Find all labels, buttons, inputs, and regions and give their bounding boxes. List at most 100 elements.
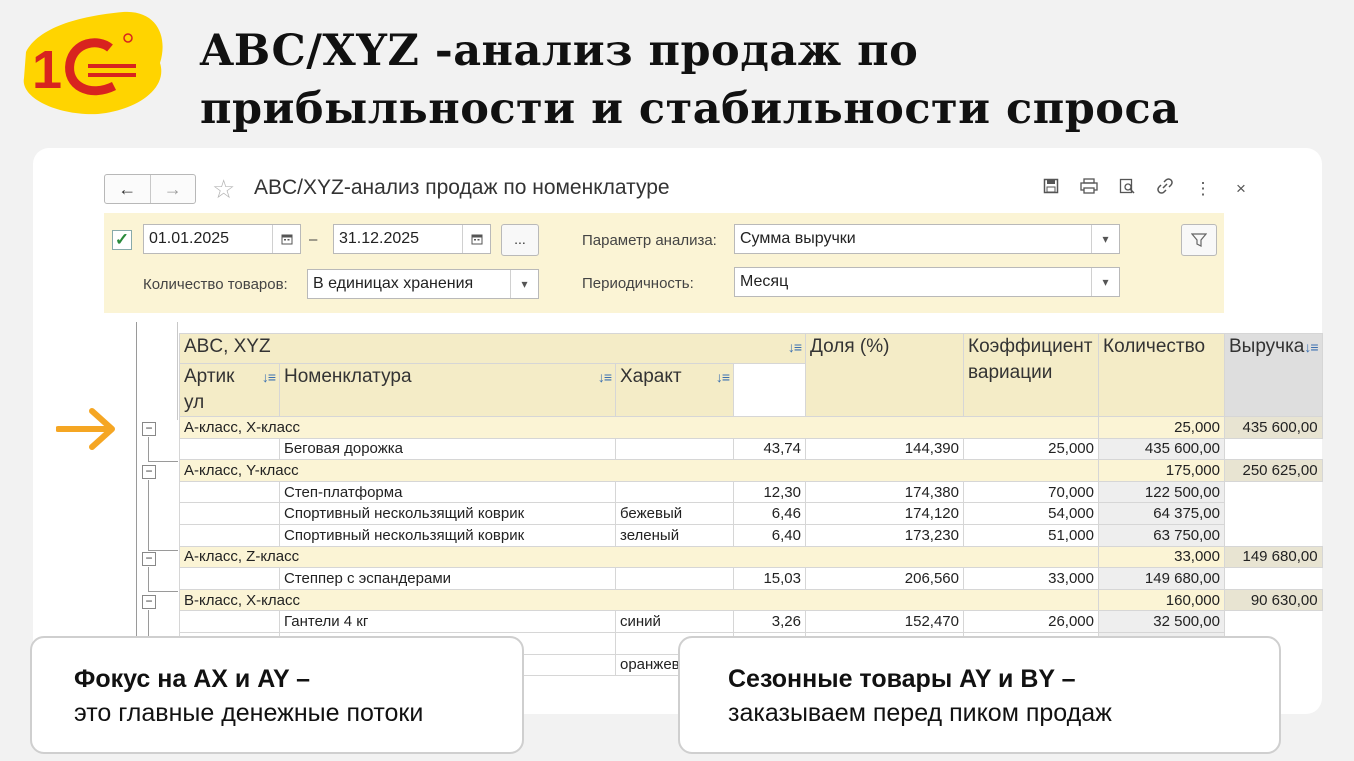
window-toolbar: ⋮ ×: [1038, 178, 1254, 199]
article-cell: [179, 567, 280, 590]
group-row[interactable]: А-класс, Y-класс 175,000 250 625,00: [179, 459, 1323, 482]
table-row[interactable]: Спортивный нескользящий коврик бежевый 6,4…: [179, 502, 1323, 525]
item-cell: Беговая дорожка: [279, 437, 616, 461]
sort-icon[interactable]: ↓≡: [716, 365, 730, 391]
parameters-panel: ✓ 01.01.2025 – 31.12.2025 ... Параметр а…: [104, 213, 1224, 313]
share-cell: 15,03: [733, 567, 806, 590]
tree-line: [148, 461, 178, 462]
group-name-cell: А-класс, Y-класс: [179, 459, 1099, 482]
table-row[interactable]: Степ-платформа 12,30 174,380 70,000 122 500,…: [179, 480, 1323, 504]
period-select-button[interactable]: ...: [501, 224, 539, 256]
header-share[interactable]: Доля (%): [805, 333, 964, 417]
callout-left-text: это главные денежные потоки: [74, 699, 424, 727]
qty-cell: 51,000: [963, 523, 1099, 547]
back-button[interactable]: ←: [105, 175, 151, 203]
window-header: ← → ☆ ABC/XYZ-анализ продаж по номенклат…: [104, 172, 1254, 208]
qty-select[interactable]: В единицах хранения ▾: [307, 269, 539, 299]
slide-title: ABC/XYZ -анализ продаж по прибыльности и…: [200, 26, 1180, 134]
table-row[interactable]: Спортивный нескользящий коврик зеленый 6,4…: [179, 523, 1323, 547]
coef-cell: 206,560: [805, 567, 964, 590]
nav-buttons: ← →: [104, 174, 196, 204]
revenue-cell: 90 630,00: [1224, 588, 1323, 612]
tree-line: [148, 480, 149, 550]
tree-line: [148, 591, 178, 592]
header-article-label: ул: [184, 392, 205, 413]
collapse-toggle-icon[interactable]: −: [142, 422, 156, 436]
table-row[interactable]: Гантели 4 кг синий 3,26 152,470 26,000 32 500…: [179, 610, 1323, 633]
table-row[interactable]: Беговая дорожка 43,74 144,390 25,000 435 600…: [179, 437, 1323, 461]
analysis-param-value: Сумма выручки: [740, 230, 856, 247]
item-cell: Гантели 4 кг: [279, 610, 616, 633]
calendar-icon[interactable]: [272, 225, 300, 253]
tree-line: [148, 437, 149, 461]
group-row[interactable]: А-класс, Z-класс 33,000 149 680,00: [179, 545, 1323, 569]
table-row[interactable]: Степпер с эспандерами 15,03 206,560 33,000 1…: [179, 567, 1323, 590]
group-name-cell: В-класс, X-класс: [179, 588, 1099, 612]
revenue-cell: 250 625,00: [1224, 459, 1323, 482]
revenue-cell: 64 375,00: [1098, 502, 1225, 525]
header-item[interactable]: Номенклатура ↓≡: [279, 363, 616, 417]
date-separator: –: [309, 231, 318, 248]
favorite-star-icon[interactable]: ☆: [212, 174, 235, 204]
sort-icon[interactable]: ↓≡: [788, 335, 802, 361]
qty-label: Количество товаров:: [143, 276, 288, 293]
periodicity-select[interactable]: Месяц ▾: [734, 267, 1120, 297]
qty-cell: 33,000: [963, 567, 1099, 590]
item-cell: Степпер с эспандерами: [279, 567, 616, 590]
callout-right-text: заказываем перед пиком продаж: [728, 699, 1112, 727]
header-qty[interactable]: Количество: [1098, 333, 1225, 417]
char-cell: зеленый: [615, 523, 734, 547]
share-cell: 12,30: [733, 480, 806, 504]
chevron-down-icon[interactable]: ▾: [510, 270, 538, 298]
coef-cell: 174,380: [805, 480, 964, 504]
group-row[interactable]: А-класс, X-класс 25,000 435 600,00: [179, 416, 1323, 439]
header-revenue-label: Выручка: [1229, 336, 1305, 357]
callout-right: Сезонные товары AY и BY – заказываем пер…: [678, 636, 1281, 754]
char-cell: [615, 437, 734, 461]
header-revenue[interactable]: Выручка ↓≡: [1224, 333, 1323, 417]
qty-cell: 25,000: [1098, 416, 1225, 439]
more-icon[interactable]: ⋮: [1190, 179, 1216, 199]
calendar-icon[interactable]: [462, 225, 490, 253]
preview-icon[interactable]: [1114, 178, 1140, 199]
filter-button[interactable]: [1181, 224, 1217, 256]
item-cell: Спортивный нескользящий коврик: [279, 502, 616, 525]
tree-column: − − − −: [134, 322, 179, 652]
group-row[interactable]: В-класс, X-класс 160,000 90 630,00: [179, 588, 1323, 612]
coef-cell: 152,470: [805, 610, 964, 633]
header-article[interactable]: ↓≡ Артик ул: [179, 363, 280, 417]
share-cell: 6,40: [733, 523, 806, 547]
save-icon[interactable]: [1038, 178, 1064, 199]
revenue-cell: 149 680,00: [1224, 545, 1323, 569]
window-title: ABC/XYZ-анализ продаж по номенклатуре: [254, 176, 670, 199]
coef-cell: 173,230: [805, 523, 964, 547]
analysis-param-select[interactable]: Сумма выручки ▾: [734, 224, 1120, 254]
share-cell: 6,46: [733, 502, 806, 525]
chevron-down-icon[interactable]: ▾: [1091, 225, 1119, 253]
forward-button[interactable]: →: [151, 175, 196, 203]
analysis-param-label: Параметр анализа:: [582, 232, 717, 249]
1c-logo: 1: [18, 8, 168, 118]
share-cell: 3,26: [733, 610, 806, 633]
sort-icon[interactable]: ↓≡: [262, 365, 276, 391]
sort-icon[interactable]: ↓≡: [1304, 335, 1318, 361]
chevron-down-icon[interactable]: ▾: [1091, 268, 1119, 296]
link-icon[interactable]: [1152, 178, 1178, 199]
collapse-toggle-icon[interactable]: −: [142, 465, 156, 479]
coef-cell: 144,390: [805, 437, 964, 461]
char-cell: [615, 480, 734, 504]
qty-cell: 160,000: [1098, 588, 1225, 612]
sort-icon[interactable]: ↓≡: [598, 365, 612, 391]
qty-cell: 33,000: [1098, 545, 1225, 569]
header-abcxyz[interactable]: ABC, XYZ ↓≡: [179, 333, 806, 364]
header-char[interactable]: Характ ↓≡: [615, 363, 734, 417]
collapse-toggle-icon[interactable]: −: [142, 595, 156, 609]
close-icon[interactable]: ×: [1228, 179, 1254, 199]
date-to-field[interactable]: 31.12.2025: [333, 224, 491, 254]
collapse-toggle-icon[interactable]: −: [142, 552, 156, 566]
period-checkbox[interactable]: ✓: [112, 230, 132, 250]
print-icon[interactable]: [1076, 178, 1102, 199]
header-coef[interactable]: Коэффициент вариации: [963, 333, 1099, 417]
date-from-field[interactable]: 01.01.2025: [143, 224, 301, 254]
periodicity-label: Периодичность:: [582, 275, 694, 292]
